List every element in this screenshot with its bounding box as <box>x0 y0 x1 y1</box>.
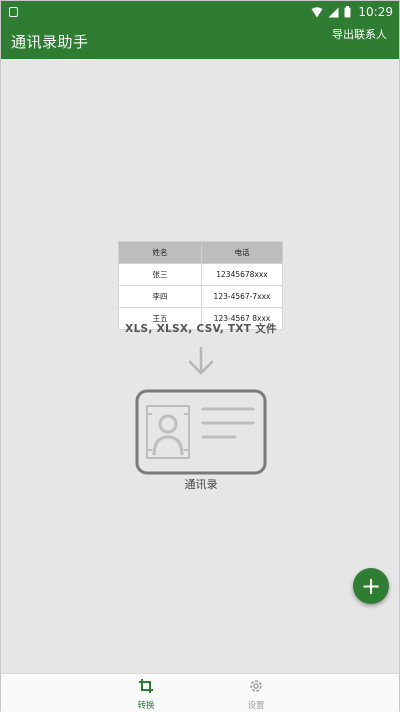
app-title: 通讯录助手 <box>11 33 89 51</box>
cell-name: 张三 <box>118 263 202 286</box>
main-content: 姓名 电话 张三 12345678xxx 李四 123-4567-7xxx 王五… <box>1 59 399 673</box>
contact-card-icon <box>135 389 267 475</box>
app-bar: 通讯录助手 导出联系人 <box>1 23 399 59</box>
crop-icon <box>139 679 153 693</box>
cell-phone: 123-4567-7xxx <box>201 285 283 308</box>
wifi-icon <box>311 6 323 17</box>
status-bar: 10:29 <box>1 1 399 23</box>
bottom-navigation: 转换 设置 <box>1 673 399 712</box>
nav-label-settings: 设置 <box>247 701 265 711</box>
column-header-phone: 电话 <box>201 241 283 264</box>
contacts-label: 通讯录 <box>184 478 218 491</box>
cell-phone: 12345678xxx <box>201 263 283 286</box>
table-header-row: 姓名 电话 <box>118 241 283 264</box>
signal-icon <box>328 7 339 17</box>
table-row: 李四 123-4567-7xxx <box>118 285 283 308</box>
status-time: 10:29 <box>358 5 393 19</box>
cell-name: 李四 <box>118 285 202 308</box>
export-contacts-button[interactable]: 导出联系人 <box>332 26 387 42</box>
table-row: 张三 12345678xxx <box>118 263 283 286</box>
nav-label-convert: 转换 <box>137 701 155 711</box>
nav-item-convert[interactable]: 转换 <box>116 678 176 711</box>
gear-icon <box>250 680 262 692</box>
nav-item-settings[interactable]: 设置 <box>226 678 286 711</box>
notification-icon <box>9 7 18 17</box>
arrow-down-icon <box>188 346 214 375</box>
add-icon: + <box>360 572 382 600</box>
add-button[interactable]: + <box>353 568 389 604</box>
battery-icon <box>344 6 351 18</box>
sample-contacts-table: 姓名 电话 张三 12345678xxx 李四 123-4567-7xxx 王五… <box>118 241 283 330</box>
supported-formats-text: XLS, XLSX, CSV, TXT 文件 <box>125 323 277 335</box>
column-header-name: 姓名 <box>118 241 202 264</box>
